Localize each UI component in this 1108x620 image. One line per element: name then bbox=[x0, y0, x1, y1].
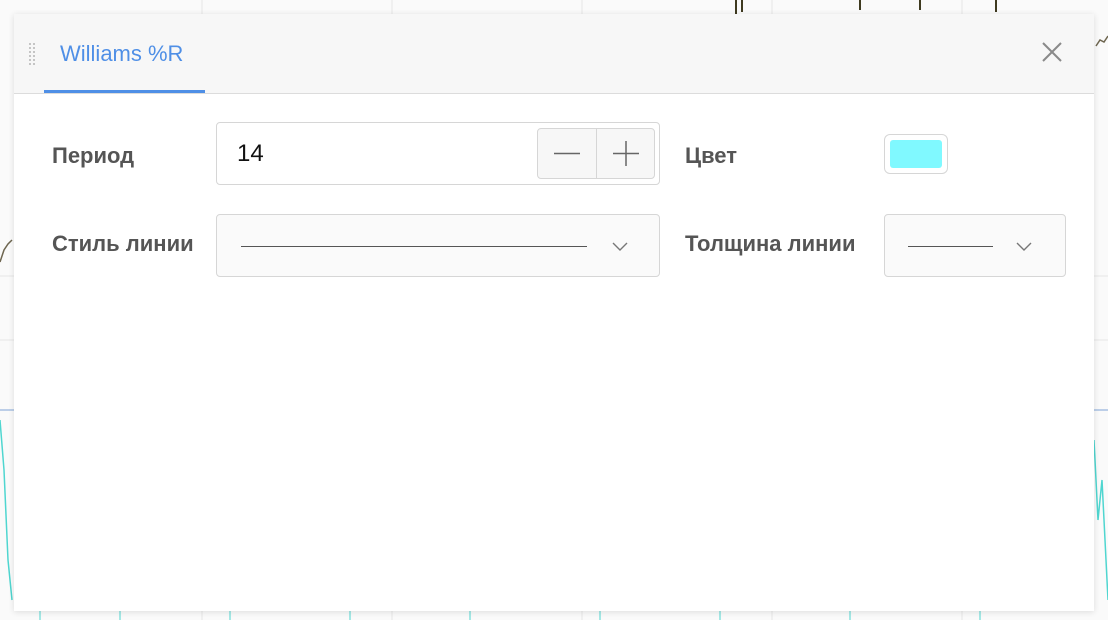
stepper-buttons bbox=[537, 128, 655, 179]
line-style-select[interactable] bbox=[216, 214, 660, 277]
line-width-preview bbox=[908, 246, 993, 247]
drag-handle-icon[interactable] bbox=[28, 42, 38, 68]
decrement-button[interactable] bbox=[538, 129, 597, 178]
line-width-select[interactable] bbox=[884, 214, 1066, 277]
line-style-preview bbox=[241, 246, 587, 247]
chevron-down-icon bbox=[612, 242, 628, 251]
line-width-label: Толщина линии bbox=[685, 231, 856, 256]
color-picker-swatch[interactable] bbox=[884, 134, 948, 174]
indicator-settings-dialog: Williams %R Период 14 Цвет Стиль линии Т… bbox=[14, 14, 1094, 611]
period-stepper[interactable]: 14 bbox=[216, 122, 660, 185]
plus-icon bbox=[613, 141, 639, 166]
color-label: Цвет bbox=[685, 143, 738, 168]
tab-indicator-title[interactable]: Williams %R bbox=[44, 14, 205, 93]
close-icon[interactable] bbox=[1040, 40, 1064, 64]
line-style-label: Стиль линии bbox=[52, 231, 194, 256]
dialog-header: Williams %R bbox=[14, 14, 1094, 94]
period-label: Период bbox=[52, 143, 135, 168]
increment-button[interactable] bbox=[597, 129, 655, 178]
minus-icon bbox=[554, 152, 580, 155]
chevron-down-icon bbox=[1016, 242, 1032, 251]
color-swatch-fill bbox=[890, 140, 942, 168]
period-value[interactable]: 14 bbox=[237, 123, 264, 184]
